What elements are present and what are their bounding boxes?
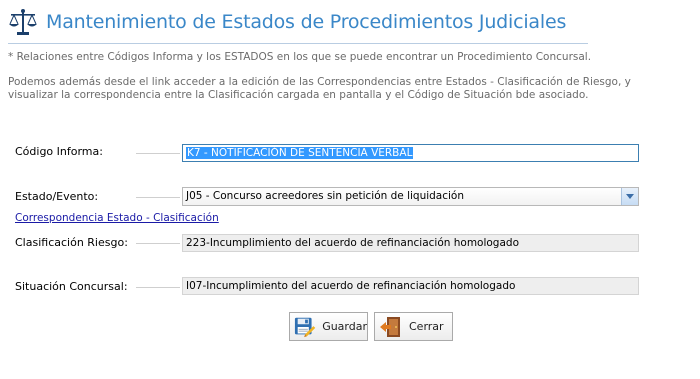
clasificacion-riesgo-value: 223-Incumplimiento del acuerdo de refina… xyxy=(186,237,519,249)
label-leader-line xyxy=(136,153,180,154)
estado-evento-label: Estado/Evento: xyxy=(15,190,99,203)
chevron-down-icon[interactable] xyxy=(621,188,638,205)
estado-evento-select[interactable]: J05 - Concurso acreedores sin petición d… xyxy=(182,187,639,206)
page-header: Mantenimiento de Estados de Procedimient… xyxy=(8,8,566,36)
save-button[interactable]: Guardar xyxy=(289,312,368,341)
exit-door-icon xyxy=(380,316,400,337)
clasificacion-riesgo-field: 223-Incumplimiento del acuerdo de refina… xyxy=(182,234,639,252)
codigo-informa-label: Código Informa: xyxy=(15,145,103,158)
save-button-label: Guardar xyxy=(322,320,367,333)
scales-icon xyxy=(9,9,37,35)
codigo-informa-field[interactable]: K7 - NOTIFICACIÓN DE SENTENCIA VERBAL xyxy=(182,144,639,162)
codigo-informa-value: K7 - NOTIFICACIÓN DE SENTENCIA VERBAL xyxy=(186,147,414,159)
close-button[interactable]: Cerrar xyxy=(374,312,453,341)
situacion-concursal-field: I07-Incumplimiento del acuerdo de refina… xyxy=(182,277,639,295)
description-line-2: visualizar la correspondencia entre la C… xyxy=(8,89,589,101)
correspondencia-link[interactable]: Correspondencia Estado - Clasificación xyxy=(15,212,219,224)
label-leader-line xyxy=(136,197,180,198)
label-leader-line xyxy=(136,243,180,244)
situacion-concursal-value: I07-Incumplimiento del acuerdo de refina… xyxy=(186,280,516,292)
clasificacion-riesgo-label: Clasificación Riesgo: xyxy=(15,236,128,249)
estado-evento-value: J05 - Concurso acreedores sin petición d… xyxy=(186,190,465,202)
page-title: Mantenimiento de Estados de Procedimient… xyxy=(46,11,567,33)
title-divider xyxy=(8,43,588,44)
situacion-concursal-label: Situación Concursal: xyxy=(15,280,128,293)
floppy-disk-icon xyxy=(294,317,316,337)
description-line-1: Podemos además desde el link acceder a l… xyxy=(8,76,631,88)
description-note: * Relaciones entre Códigos Informa y los… xyxy=(8,51,592,63)
close-button-label: Cerrar xyxy=(409,320,444,333)
label-leader-line xyxy=(136,287,180,288)
